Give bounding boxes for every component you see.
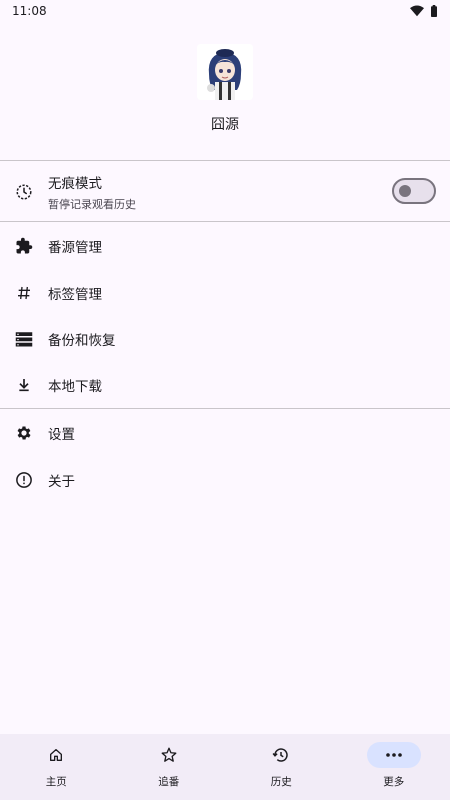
incognito-toggle[interactable] <box>392 178 436 204</box>
menu-item-source-manage[interactable]: 番源管理 <box>0 223 450 269</box>
home-icon <box>50 749 63 761</box>
menu-label-source-manage: 番源管理 <box>48 240 102 256</box>
wifi-icon <box>410 5 424 17</box>
menu-item-backup-restore[interactable]: 备份和恢复 <box>0 316 450 362</box>
download-icon <box>14 375 34 395</box>
profile-header: 囧源 <box>0 44 450 134</box>
menu-item-about[interactable]: 关于 <box>0 457 450 503</box>
menu-label-tag-manage: 标签管理 <box>48 287 102 303</box>
storage-icon <box>14 329 34 349</box>
nav-pill-history <box>254 742 308 768</box>
battery-icon <box>431 5 437 17</box>
nav-item-home[interactable]: 主页 <box>0 734 113 800</box>
info-icon <box>14 470 34 490</box>
incognito-history-icon <box>14 182 34 202</box>
hashtag-icon <box>14 283 34 303</box>
nav-item-history[interactable]: 历史 <box>225 734 338 800</box>
more-horizontal-icon <box>385 753 402 757</box>
nav-label-more: 更多 <box>383 776 405 788</box>
nav-item-more[interactable]: 更多 <box>338 734 450 800</box>
menu-label-local-download: 本地下载 <box>48 379 102 395</box>
toggle-knob <box>399 185 411 197</box>
menu-label-settings: 设置 <box>48 427 75 443</box>
incognito-title: 无痕模式 <box>48 176 102 192</box>
divider <box>0 408 450 409</box>
incognito-mode-row[interactable]: 无痕模式 暂停记录观看历史 <box>0 168 450 216</box>
nav-item-follow[interactable]: 追番 <box>113 734 226 800</box>
status-time: 11:08 <box>12 4 47 18</box>
menu-item-tag-manage[interactable]: 标签管理 <box>0 270 450 316</box>
divider <box>0 221 450 222</box>
menu-label-backup-restore: 备份和恢复 <box>48 333 116 349</box>
nav-label-follow: 追番 <box>158 776 180 788</box>
nav-pill-more <box>366 742 421 768</box>
bottom-nav: 主页 追番 历史 更多 <box>0 734 450 800</box>
avatar[interactable] <box>197 44 253 100</box>
nav-label-home: 主页 <box>45 776 67 788</box>
star-icon <box>161 747 177 762</box>
divider <box>0 160 450 161</box>
incognito-subtitle: 暂停记录观看历史 <box>48 198 136 211</box>
status-bar: 11:08 <box>0 0 450 22</box>
history-icon <box>272 748 288 762</box>
menu-label-about: 关于 <box>48 474 75 490</box>
avatar-image <box>197 44 253 100</box>
gear-icon <box>14 423 34 443</box>
profile-name: 囧源 <box>211 117 239 133</box>
puzzle-icon <box>14 236 34 256</box>
status-icons <box>410 5 438 17</box>
nav-pill-home <box>29 742 83 768</box>
menu-item-settings[interactable]: 设置 <box>0 410 450 456</box>
incognito-texts: 无痕模式 暂停记录观看历史 <box>48 172 136 212</box>
menu-item-local-download[interactable]: 本地下载 <box>0 362 450 408</box>
nav-pill-follow <box>142 742 196 768</box>
nav-label-history: 历史 <box>270 776 292 788</box>
